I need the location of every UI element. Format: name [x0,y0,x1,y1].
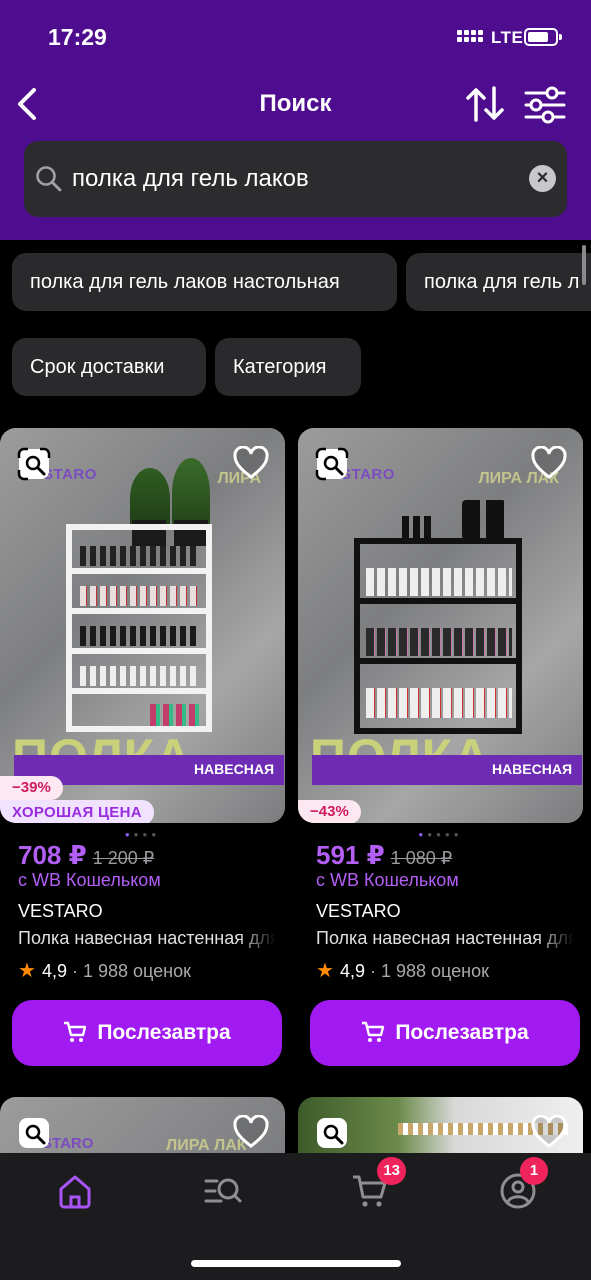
visual-search-icon[interactable] [16,446,52,482]
catalog-search-icon[interactable] [203,1171,243,1211]
shelf-illustration [66,524,212,732]
visual-search-icon[interactable] [314,446,350,482]
suggestion-chips: полка для гель лаков настольная полка дл… [0,253,591,311]
add-to-cart-button[interactable]: Послезавтра [310,1000,580,1066]
delivery-label: Послезавтра [395,1021,529,1044]
favorite-heart-icon[interactable] [531,1115,567,1151]
status-bar: 17:29 LTE [0,22,591,56]
product-image[interactable]: VESTARO ЛИРА ЛАК ПОЛКА НАВЕСНАЯ −43% [298,428,583,823]
cart-badge: 13 [377,1157,406,1185]
scrollbar[interactable] [582,245,586,285]
shelf-illustration [354,538,522,734]
image-pagination-dots: ●●●● [124,830,161,839]
wallet-note: с WB Кошельком [18,870,161,890]
star-icon: ★ [316,960,334,982]
reviews-count: · 1 988 оценок [71,961,191,981]
product-name[interactable]: Полка навесная настенная для [18,928,276,949]
discount-badge: −43% [298,800,361,823]
product-price: 591 ₽1 080 ₽ [316,840,452,871]
poster-subtitle: НАВЕСНАЯ [491,761,572,777]
network-label: LTE [491,28,524,47]
favorite-heart-icon[interactable] [233,1115,269,1151]
product-name[interactable]: Полка навесная настенная для [316,928,574,949]
app-header: 17:29 LTE Поиск полка для гель лаков × [0,0,591,240]
suggestion-chip[interactable]: полка для гель л [406,253,591,311]
sort-icon[interactable] [464,84,506,124]
product-brand: VESTARO [18,901,103,921]
current-price: 591 ₽ [316,840,385,870]
clear-search-icon[interactable]: × [529,165,556,192]
visual-search-icon[interactable] [16,1115,52,1151]
filter-chip-delivery[interactable]: Срок доставки [12,338,206,396]
cart-icon [64,1021,87,1042]
cart-tab[interactable]: 13 [350,1157,406,1211]
filter-icon[interactable] [524,86,566,124]
star-icon: ★ [18,960,36,982]
product-rating: ★ 4,9 · 1 988 оценок [316,958,489,983]
reviews-count: · 1 988 оценок [369,961,489,981]
status-time: 17:29 [48,24,107,50]
product-rating: ★ 4,9 · 1 988 оценок [18,958,191,983]
battery-icon [524,28,562,46]
product-card-partial[interactable]: VESTARO ЛИРА ЛАК [0,1097,285,1157]
delivery-label: Послезавтра [97,1021,231,1044]
old-price: 1 080 ₽ [390,848,453,868]
rating-value: 4,9 [339,961,365,981]
favorite-heart-icon[interactable] [531,446,567,482]
signal-icon [457,30,485,48]
product-price: 708 ₽1 200 ₽ [18,840,154,871]
home-icon[interactable] [55,1171,95,1211]
filter-chip-category[interactable]: Категория [215,338,361,396]
profile-tab[interactable]: 1 [498,1157,548,1211]
nav-bar: Поиск [0,80,591,130]
product-card-partial[interactable] [298,1097,583,1157]
add-to-cart-button[interactable]: Послезавтра [12,1000,282,1066]
poster-band: НАВЕСНАЯ [312,755,582,785]
image-pagination-dots: ●●●●● [418,830,463,839]
current-price: 708 ₽ [18,840,87,870]
discount-badge: −39% [0,776,63,800]
search-icon [36,166,62,192]
profile-badge: 1 [520,1157,548,1185]
favorite-heart-icon[interactable] [233,446,269,482]
good-price-tag: ХОРОШАЯ ЦЕНА [0,800,154,823]
filter-chips: Срок доставки Категория [0,338,591,396]
rating-value: 4,9 [41,961,67,981]
wallet-note: с WB Кошельком [316,870,459,890]
product-brand: VESTARO [316,901,401,921]
product-image[interactable]: VESTARO ЛИРА ПОЛКА НАВЕСНАЯ −39% ХОРОШАЯ… [0,428,285,823]
visual-search-icon[interactable] [314,1115,350,1151]
search-input[interactable]: полка для гель лаков [72,165,309,193]
home-indicator [191,1260,401,1267]
old-price: 1 200 ₽ [92,848,155,868]
search-field[interactable]: полка для гель лаков × [24,141,567,217]
suggestion-chip[interactable]: полка для гель лаков настольная [12,253,397,311]
cart-icon [362,1021,385,1042]
poster-subtitle: НАВЕСНАЯ [193,761,274,777]
